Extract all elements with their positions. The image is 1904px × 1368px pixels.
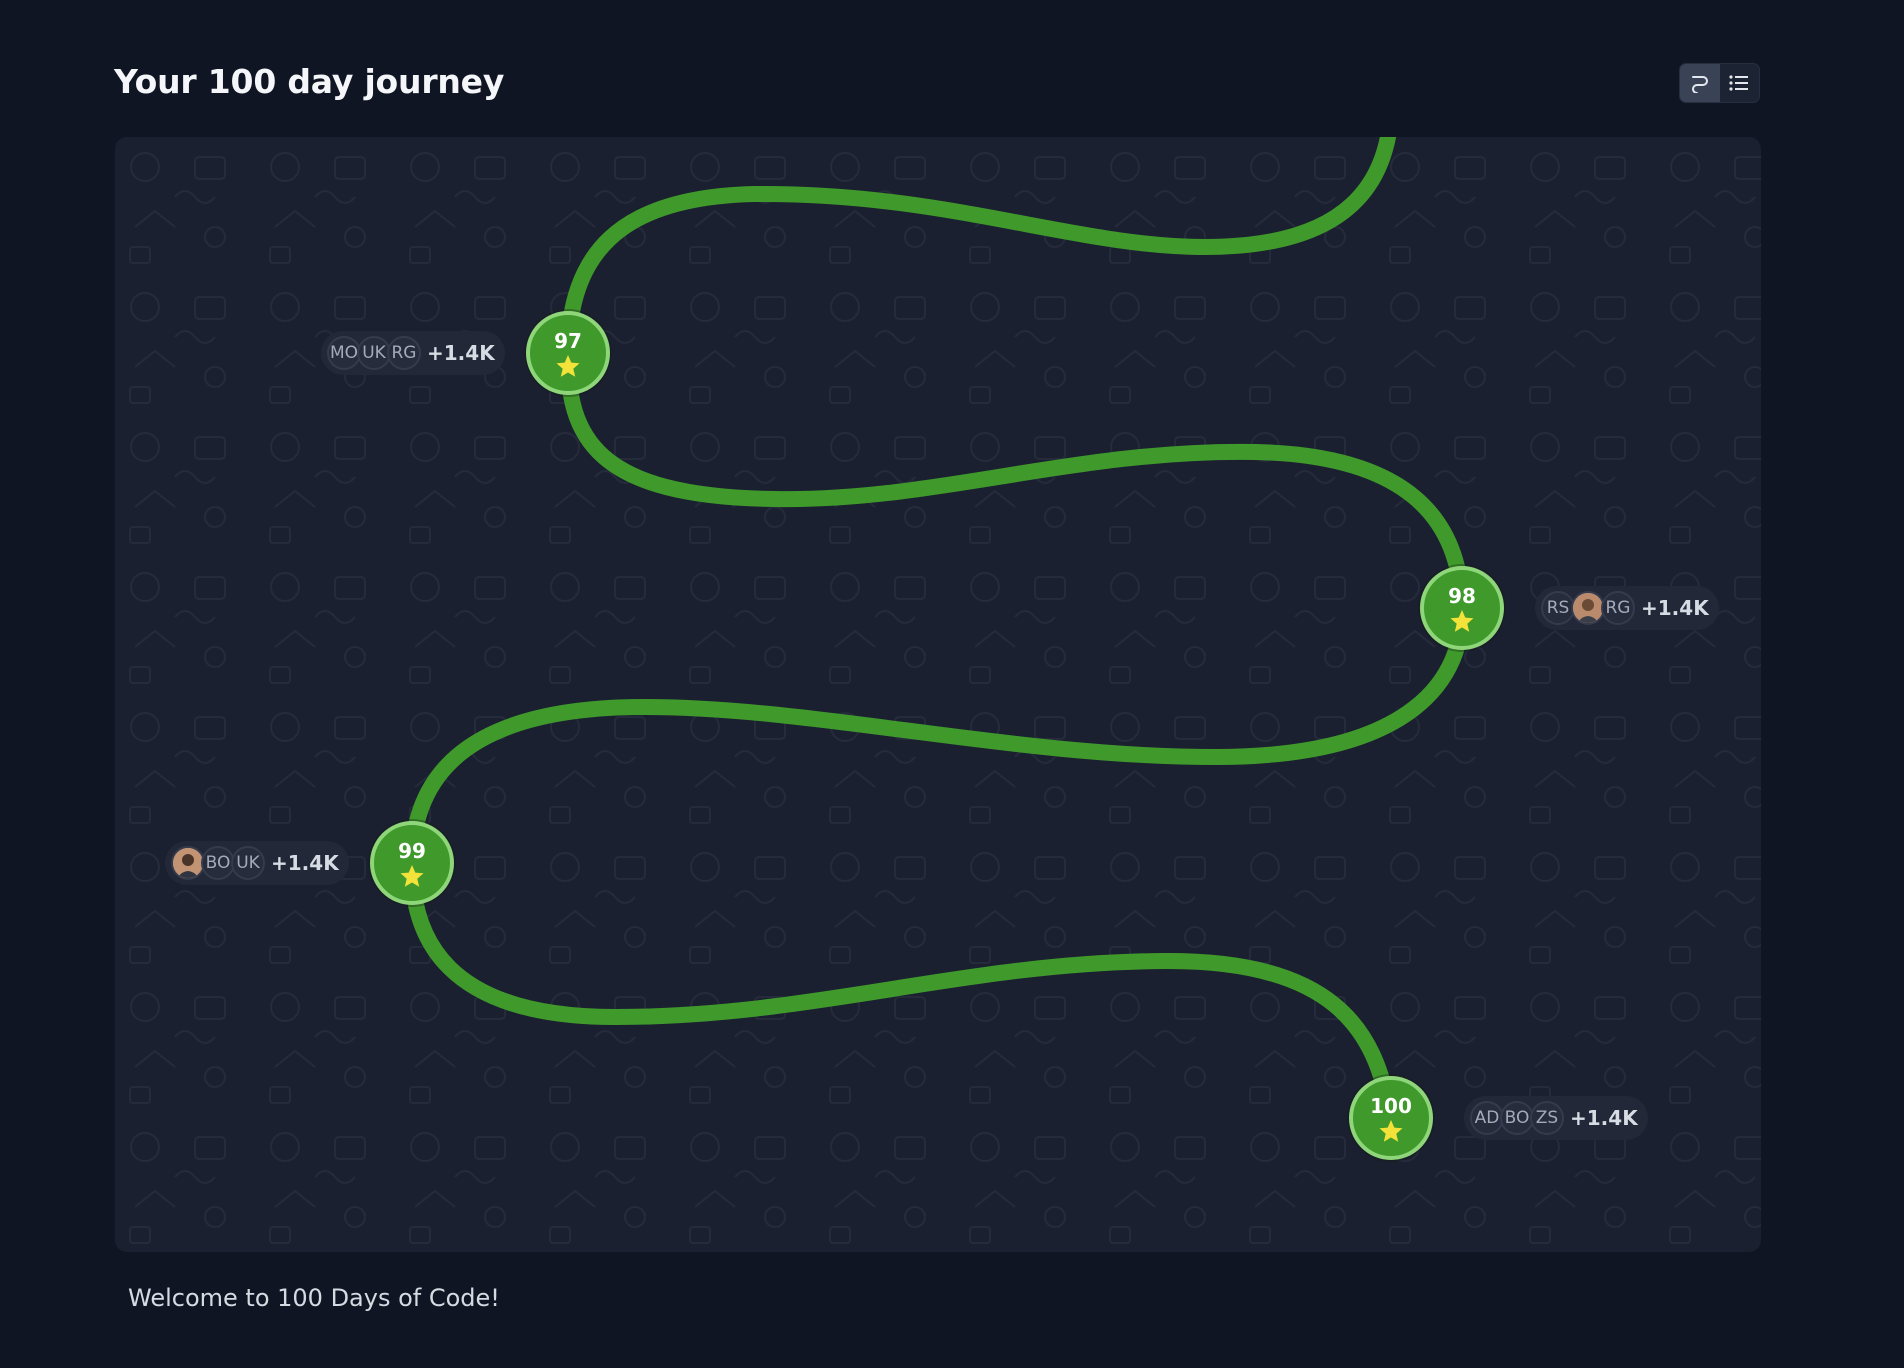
avatar[interactable]: BO (201, 846, 235, 880)
welcome-message: Welcome to 100 Days of Code! (128, 1284, 500, 1312)
participant-count: +1.4K (271, 851, 339, 875)
day-node-98[interactable]: 98 (1420, 566, 1504, 650)
person-photo-icon (1573, 593, 1603, 623)
participant-count: +1.4K (1570, 1106, 1638, 1130)
path-view-button[interactable] (1680, 64, 1720, 102)
participants-group-100[interactable]: AD BO ZS +1.4K (1464, 1096, 1648, 1140)
day-node-100[interactable]: 100 (1349, 1076, 1433, 1160)
star-icon (1379, 1120, 1403, 1142)
day-number: 98 (1448, 584, 1476, 608)
avatar[interactable]: RS (1541, 591, 1575, 625)
avatar[interactable]: ZS (1530, 1101, 1564, 1135)
avatar[interactable]: RG (387, 336, 421, 370)
star-icon (556, 355, 580, 377)
person-photo-icon (173, 848, 203, 878)
participants-group-98[interactable]: RS RG +1.4K (1535, 586, 1719, 630)
avatar-photo[interactable] (1571, 591, 1605, 625)
avatar[interactable]: UK (357, 336, 391, 370)
participant-count: +1.4K (1641, 596, 1709, 620)
page-title: Your 100 day journey (114, 62, 505, 101)
journey-map: 97 MO UK RG +1.4K 98 RS RG +1.4K 99 BO U… (115, 137, 1761, 1252)
avatar[interactable]: RG (1601, 591, 1635, 625)
star-icon (400, 865, 424, 887)
day-number: 99 (398, 839, 426, 863)
list-view-button[interactable] (1720, 64, 1760, 102)
day-number: 97 (554, 329, 582, 353)
avatar[interactable]: UK (231, 846, 265, 880)
day-node-97[interactable]: 97 (526, 311, 610, 395)
list-icon (1729, 75, 1749, 91)
avatar[interactable]: BO (1500, 1101, 1534, 1135)
view-toggle (1679, 63, 1760, 103)
day-node-99[interactable]: 99 (370, 821, 454, 905)
participants-group-99[interactable]: BO UK +1.4K (165, 841, 349, 885)
day-number: 100 (1370, 1094, 1412, 1118)
avatar[interactable]: MO (327, 336, 361, 370)
avatar[interactable]: AD (1470, 1101, 1504, 1135)
avatar-photo[interactable] (171, 846, 205, 880)
star-icon (1450, 610, 1474, 632)
participants-group-97[interactable]: MO UK RG +1.4K (321, 331, 505, 375)
path-icon (1691, 76, 1708, 93)
participant-count: +1.4K (427, 341, 495, 365)
journey-path (115, 137, 1761, 1252)
